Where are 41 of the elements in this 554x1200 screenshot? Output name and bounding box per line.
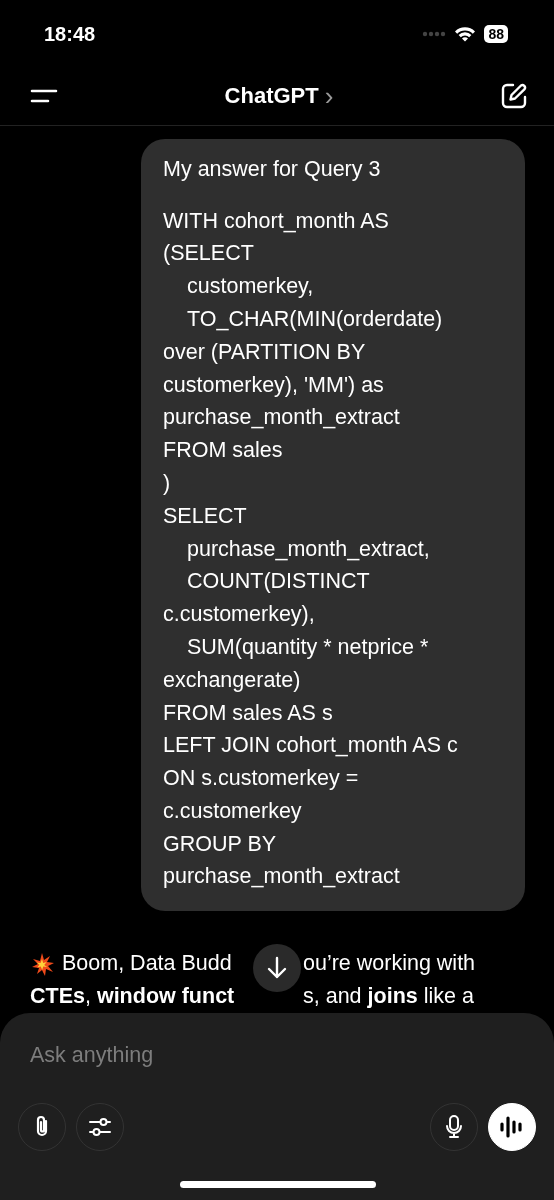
code-line: WITH cohort_month AS [163,207,389,235]
sound-wave-icon [499,1115,525,1138]
code-line: SUM(quantity * netprice * [186,633,429,661]
code-line: COUNT(DISTINCT [186,568,370,596]
message-text: s, and joins like a [303,983,474,1011]
code-line: TO_CHAR(MIN(orderdate) [186,305,443,333]
code-line: purchase_month_extract [163,404,400,432]
wifi-icon [454,26,477,43]
message-text: CTEs, window funct [30,983,235,1011]
code-line: customerkey), 'MM') as [163,371,384,399]
code-line: (SELECT [163,240,254,268]
code-line: purchase_month_extract, [186,535,430,563]
app-title[interactable]: ChatGPT [224,83,319,110]
code-line: ) [163,469,171,497]
message-text: ou’re working with [303,950,476,978]
scroll-down-button[interactable] [253,943,301,992]
battery-level: 88 [484,25,508,44]
chevron-icon[interactable]: › [324,83,334,110]
menu-icon[interactable] [30,88,58,105]
message-text: Boom, Data Budd [62,950,232,978]
code-line: purchase_month_extract [163,863,400,891]
message-input[interactable]: Ask anything [30,1038,524,1073]
status-time: 18:48 [44,22,96,46]
code-line: over (PARTITION BY [163,338,366,366]
code-line: LEFT JOIN cohort_month AS c [163,732,458,760]
arrow-down-icon [266,955,288,980]
code-line: GROUP BY [163,830,277,858]
code-line: c.customerkey [163,797,302,825]
message-text: My answer for Query 3 [163,155,382,183]
code-line: customerkey, [186,273,314,301]
code-line: c.customerkey), [163,601,315,629]
new-chat-icon[interactable] [500,82,528,111]
code-line: FROM sales AS s [163,699,333,727]
microphone-icon [444,1113,464,1140]
code-line: SELECT [163,502,247,530]
voice-mode-button[interactable] [488,1102,536,1151]
signal-icon [422,31,447,38]
sliders-icon [88,1115,112,1138]
code-line: ON s.customerkey = [163,765,359,793]
code-line: exchangerate) [163,666,301,694]
code-line: FROM sales [163,437,283,465]
